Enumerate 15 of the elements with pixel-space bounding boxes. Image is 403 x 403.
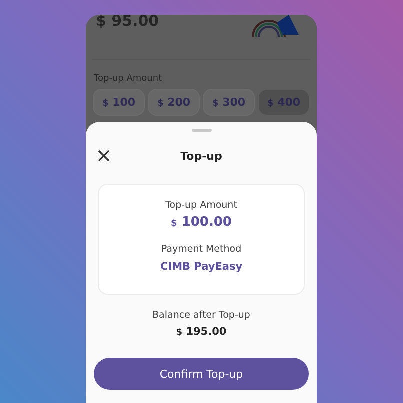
amount-option[interactable]: $ 100 bbox=[94, 90, 144, 115]
amount-option[interactable]: $ 200 bbox=[149, 90, 199, 115]
payment-method: CIMB PayEasy bbox=[160, 261, 243, 273]
amount-label: Top-up Amount bbox=[94, 74, 164, 84]
close-icon[interactable] bbox=[98, 150, 110, 162]
sheet-title: Top-up bbox=[180, 150, 222, 162]
drag-handle[interactable] bbox=[192, 129, 212, 132]
amount-option[interactable]: $ 300 bbox=[204, 90, 254, 115]
balance-after-amount: $ 195.00 bbox=[176, 326, 227, 338]
amount-label: Top-up Amount bbox=[166, 200, 238, 211]
balance-label: Balance after Top-up bbox=[152, 310, 250, 321]
topup-amount: $ 100.00 bbox=[171, 215, 232, 230]
confirm-button[interactable]: Confirm Top-up bbox=[94, 358, 309, 390]
payment-method-label: Payment Method bbox=[161, 244, 242, 255]
rainbow-wallet-icon bbox=[249, 15, 301, 39]
